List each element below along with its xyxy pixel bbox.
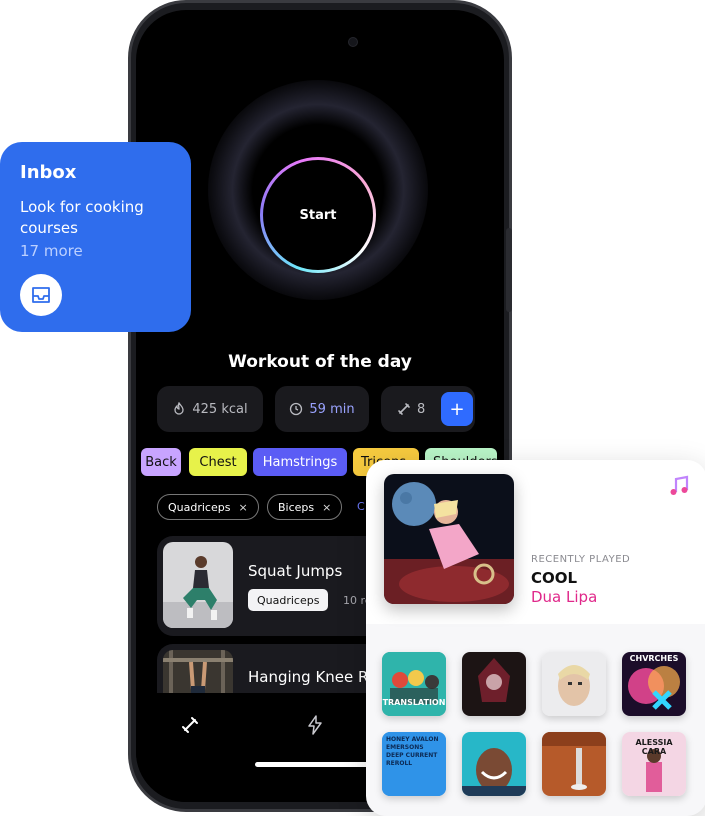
album-artwork[interactable]: [462, 652, 526, 716]
start-label: Start: [263, 160, 373, 270]
filter-label: Biceps: [278, 500, 315, 514]
album-label: ALESSIA CARA: [635, 738, 673, 756]
remove-filter-icon[interactable]: ×: [322, 501, 331, 514]
filter-label: Quadriceps: [168, 500, 231, 514]
lightning-icon: [308, 715, 322, 735]
category-chip-back[interactable]: Back: [141, 448, 181, 476]
flame-icon: [174, 402, 185, 415]
album-label: HONEY AVALON EMERSONS DEEP CURRENT REROL…: [386, 736, 439, 767]
filter-pill-quadriceps[interactable]: Quadriceps ×: [157, 494, 259, 520]
clock-icon: [290, 402, 303, 416]
inbox-title: Inbox: [20, 162, 77, 183]
album-artwork[interactable]: HONEY AVALON EMERSONS DEEP CURRENT REROL…: [382, 732, 446, 796]
inbox-tray-icon[interactable]: [20, 274, 62, 316]
calories-value: 425 kcal: [192, 401, 248, 417]
album-label: CHVRCHES: [629, 654, 679, 663]
exercise-count-value: 8: [417, 401, 426, 417]
now-playing-artwork[interactable]: [384, 474, 514, 604]
category-chip-chest[interactable]: Chest: [189, 448, 247, 476]
inbox-more-count: 17 more: [20, 242, 83, 260]
category-chip-hamstrings[interactable]: Hamstrings: [253, 448, 347, 476]
recently-played-label: RECENTLY PLAYED: [531, 554, 631, 565]
filter-pill-biceps[interactable]: Biceps ×: [267, 494, 343, 520]
calories-stat: 425 kcal: [157, 386, 263, 432]
filter-pill-more[interactable]: C: [357, 500, 365, 513]
album-artwork[interactable]: [462, 732, 526, 796]
exercise-tag: Quadriceps: [248, 589, 329, 611]
music-note-icon: [667, 474, 691, 502]
front-camera: [348, 37, 358, 47]
tab-activity[interactable]: [306, 715, 324, 739]
album-label: TRANSLATION: [382, 698, 446, 707]
inbox-task: Look for cooking courses: [20, 198, 144, 237]
album-artwork[interactable]: [542, 652, 606, 716]
phone-side-button-2: [506, 262, 512, 312]
album-artwork[interactable]: ALESSIA CARA: [622, 732, 686, 796]
inbox-widget[interactable]: Inbox Look for cooking courses 17 more: [0, 142, 191, 332]
workout-title: Workout of the day: [228, 352, 412, 372]
artist-name: Dua Lipa: [531, 588, 598, 606]
song-title: COOL: [531, 569, 578, 587]
album-artwork[interactable]: CHVRCHES: [622, 652, 686, 716]
dumbbell-icon: [182, 717, 198, 733]
duration-value: 59 min: [309, 401, 355, 417]
album-artwork[interactable]: [542, 732, 606, 796]
add-exercise-button[interactable]: +: [441, 392, 473, 426]
music-widget[interactable]: RECENTLY PLAYED COOL Dua Lipa TRANSLATIO…: [366, 460, 705, 816]
duration-stat: 59 min: [275, 386, 369, 432]
dumbbell-icon: [398, 403, 410, 415]
start-button[interactable]: Start: [260, 157, 376, 273]
tab-workouts[interactable]: [180, 715, 200, 739]
exercise-photo: [163, 542, 233, 628]
exercise-name: Squat Jumps: [248, 562, 343, 580]
album-artwork[interactable]: TRANSLATION: [382, 652, 446, 716]
remove-filter-icon[interactable]: ×: [238, 501, 247, 514]
exercise-name: Hanging Knee R: [248, 668, 369, 686]
